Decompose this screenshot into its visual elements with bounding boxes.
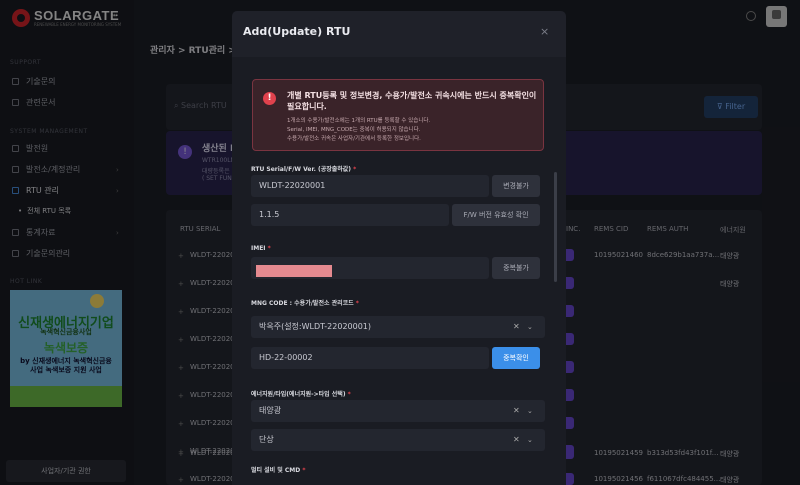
duplicate-check-alert: ! 개별 RTU등록 및 정보변경, 수용가/발전소 귀속시에는 반드시 중복확… (252, 79, 544, 151)
rtu-serial-label: RTU Serial/F/W Ver. (공장출하값) * (251, 166, 357, 173)
phase-type-select[interactable]: 단상 ✕ ⌄ (251, 429, 545, 451)
alert-title: 개별 RTU등록 및 정보변경, 수용가/발전소 귀속시에는 반드시 중복확인이… (287, 91, 537, 111)
imei-label: IMEI * (251, 245, 271, 252)
fw-validate-button[interactable]: F/W 버전 유효성 확인 (452, 204, 540, 226)
mng-code-input[interactable]: HD-22-00002 (251, 347, 489, 369)
clear-icon[interactable]: ✕ (513, 400, 520, 422)
modal-scrollbar[interactable] (554, 172, 557, 282)
rtu-serial-input[interactable]: WLDT-22020001 (251, 175, 489, 197)
clear-icon[interactable]: ✕ (513, 316, 520, 338)
alert-line: 수용가/발전소 귀속은 사업자/기관에서 등록한 정보입니다. (287, 136, 421, 142)
mng-consumer-select[interactable]: 박옥주(설정:WLDT-22020001) ✕ ⌄ (251, 316, 545, 338)
alert-line: 1개소의 수용가/발전소에는 1개의 RTU를 등록할 수 있습니다. (287, 118, 431, 124)
mng-duplicate-check-button[interactable]: 중복확인 (492, 347, 540, 369)
imei-no-duplicate-button[interactable]: 중복불가 (492, 257, 540, 279)
warning-icon: ! (263, 92, 276, 105)
energy-type-label: 에너지원/타입(에너지원->타입 선택) * (251, 391, 351, 398)
imei-redacted-value (256, 265, 332, 277)
multi-equipment-label: 멀티 설비 및 CMD * (251, 467, 306, 474)
modal-title: Add(Update) RTU (243, 25, 351, 38)
alert-line: Serial, IMEI, MNG_CODE는 중복이 허용되지 않습니다. (287, 127, 421, 133)
fw-version-input[interactable]: 1.1.5 (251, 204, 449, 226)
energy-source-select[interactable]: 태양광 ✕ ⌄ (251, 400, 545, 422)
chevron-down-icon[interactable]: ⌄ (527, 429, 533, 451)
clear-icon[interactable]: ✕ (513, 429, 520, 451)
mng-code-label: MNG CODE : 수용가/발전소 관리코드 * (251, 300, 359, 307)
serial-unchangeable-button[interactable]: 변경불가 (492, 175, 540, 197)
add-update-rtu-modal: Add(Update) RTU × ! 개별 RTU등록 및 정보변경, 수용가… (232, 11, 566, 485)
close-icon[interactable]: × (540, 25, 549, 38)
chevron-down-icon[interactable]: ⌄ (527, 400, 533, 422)
chevron-down-icon[interactable]: ⌄ (527, 316, 533, 338)
